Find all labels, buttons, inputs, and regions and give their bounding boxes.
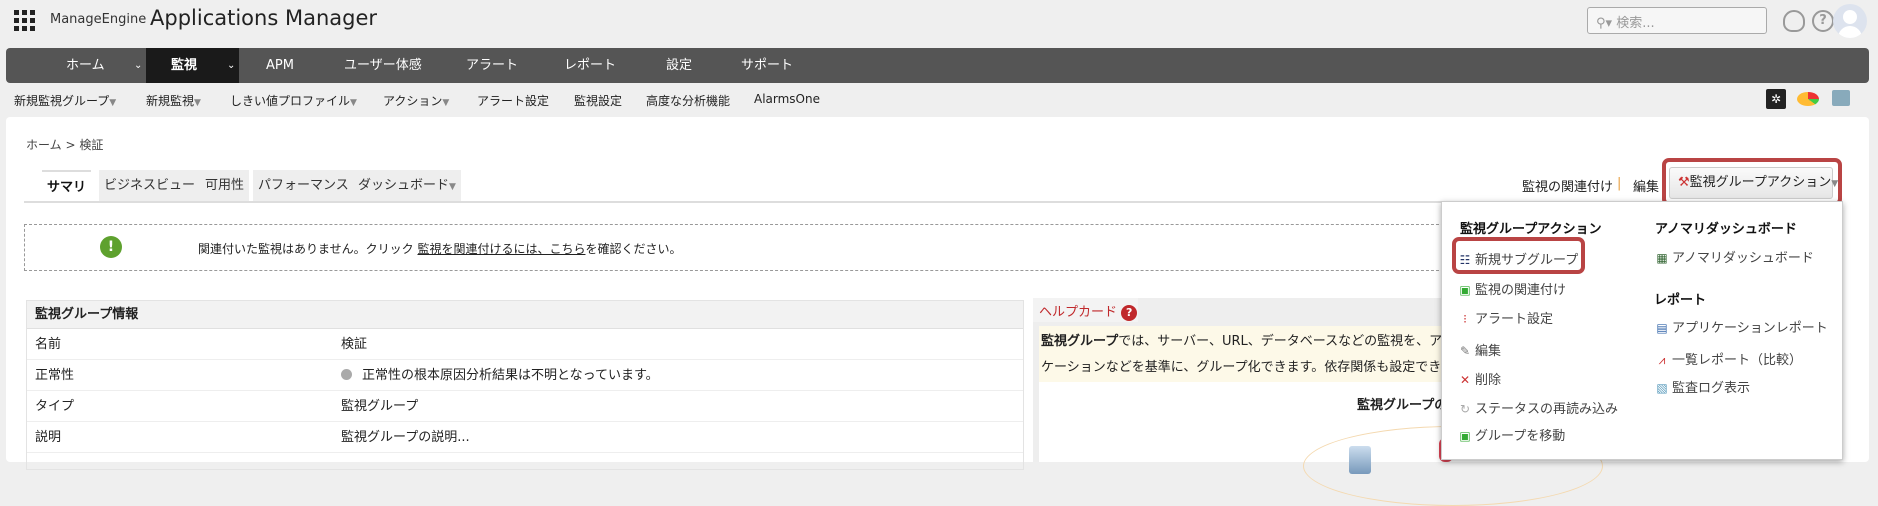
chevron-down-icon[interactable]: ⌄ [227, 48, 235, 83]
info-title: 監視グループ情報 [27, 301, 1023, 329]
subnav-threshold-profile[interactable]: しきい値プロファイル▼ [230, 92, 357, 109]
chart-icon: ⩘ [1658, 353, 1666, 367]
table-row: タイプ 監視グループ [27, 391, 1023, 422]
printer-icon[interactable] [1832, 90, 1850, 106]
subnav-new-group[interactable]: 新規監視グループ▼ [14, 92, 116, 109]
tab-business-view[interactable]: ビジネスビュー [99, 170, 201, 201]
subnav-alarm-settings[interactable]: アラート設定 [477, 92, 549, 109]
nav-monitors[interactable]: 監視 [171, 48, 197, 83]
subnav-actions[interactable]: アクション▼ [383, 92, 449, 109]
warning-icon: ! [100, 236, 122, 258]
menu-move-group[interactable]: ▣ グループを移動 [1458, 425, 1565, 444]
menu-heading-reports: レポート [1654, 293, 1707, 308]
nav-support[interactable]: サポート [741, 48, 793, 83]
table-row: 名前 検証 [27, 329, 1023, 360]
search-icon: ⚲▾ [1596, 16, 1617, 31]
tab-divider [24, 201, 1544, 203]
chevron-down-icon[interactable]: ⌄ [134, 48, 142, 83]
product-name: Applications Manager [150, 6, 378, 30]
subnav-monitor-settings[interactable]: 監視設定 [574, 92, 622, 109]
menu-delete[interactable]: ✕ 削除 [1458, 369, 1501, 388]
table-row: 説明 監視グループの説明... [27, 422, 1023, 453]
nav-alarms[interactable]: アラート [466, 48, 518, 83]
app-launcher-icon[interactable] [14, 10, 36, 31]
anomaly-icon: ▦ [1656, 251, 1668, 265]
nav-apm[interactable]: APM [266, 48, 294, 83]
nav-user-experience[interactable]: ユーザー体感 [344, 48, 422, 83]
avatar[interactable] [1833, 4, 1867, 38]
report-icon: ▤ [1656, 321, 1668, 335]
menu-audit-log[interactable]: ▧ 監査ログ表示 [1655, 377, 1750, 396]
table-row: 正常性 正常性の根本原因分析結果は不明となっています。 [27, 360, 1023, 391]
highlight-box [1452, 237, 1585, 274]
group-action-menu: 監視グループアクション ☷ 新規サブグループ ▣ 監視の関連付け ⁝ アラート設定 ✎… [1441, 201, 1843, 460]
tools-icon: ⚒ [1678, 175, 1690, 190]
subnav-advanced-analytics[interactable]: 高度な分析機能 [646, 92, 730, 109]
help-icon[interactable]: ? [1812, 10, 1834, 32]
tab-performance[interactable]: パフォーマンス [253, 170, 354, 201]
tab-availability[interactable]: 可用性 [200, 170, 250, 201]
status-dot-icon [341, 369, 352, 380]
move-icon: ▣ [1459, 429, 1471, 443]
separator: | [1617, 176, 1622, 191]
menu-heading-anomaly: アノマリダッシュボード [1655, 222, 1797, 237]
help-text: 監視グループでは、サーバー、URL、データベースなどの監視を、アプリケ ケーション… [1039, 326, 1453, 382]
help-card-tab: ヘルプカード ? [1033, 298, 1138, 322]
group-info-table: 監視グループ情報 名前 検証 正常性 正常性の根本原因分析結果は不明となっています。… [26, 300, 1024, 470]
menu-refresh-status[interactable]: ↻ ステータスの再読み込み [1458, 398, 1618, 417]
refresh-icon: ↻ [1459, 402, 1471, 416]
delete-icon: ✕ [1459, 373, 1471, 387]
menu-edit[interactable]: ✎ 編集 [1458, 340, 1501, 359]
menu-associate-monitor[interactable]: ▣ 監視の関連付け [1458, 279, 1566, 298]
associate-icon: ▣ [1459, 283, 1471, 297]
pie-chart-icon[interactable] [1797, 92, 1819, 106]
tab-dashboard[interactable]: ダッシュボード▼ [353, 170, 461, 201]
tab-summary[interactable]: サマリ [42, 170, 92, 201]
menu-application-report[interactable]: ▤ アプリケーションレポート [1655, 317, 1827, 336]
pencil-icon: ✎ [1459, 344, 1471, 358]
nav-reports[interactable]: レポート [564, 48, 616, 83]
help-icon[interactable]: ? [1121, 305, 1138, 321]
notice-text: 関連付いた監視はありません。クリック 監視を関連付けるには、こちらを確認ください… [198, 242, 682, 256]
nav-home[interactable]: ホーム [66, 48, 105, 83]
audit-log-icon: ▧ [1656, 381, 1668, 395]
help-card: ヘルプカード ? 監視グループでは、サーバー、URL、データベースなどの監視を、… [1033, 298, 1603, 506]
menu-heading-actions: 監視グループアクション [1460, 222, 1602, 237]
shutter-icon[interactable]: ✲ [1766, 89, 1786, 109]
headset-icon[interactable] [1783, 10, 1805, 32]
menu-alarm-settings[interactable]: ⁝ アラート設定 [1458, 308, 1553, 327]
brand-logo: ManageEngine [50, 12, 147, 27]
edit-link[interactable]: 編集 [1633, 176, 1659, 195]
traffic-light-icon: ⁝ [1463, 312, 1467, 326]
associate-monitor-link[interactable]: 監視の関連付け [1522, 176, 1613, 195]
diagram-title: 監視グループの [1357, 398, 1448, 413]
subnav-new-monitor[interactable]: 新規監視▼ [146, 92, 201, 109]
group-action-button[interactable]: ⚒監視グループアクション▼ [1669, 167, 1838, 199]
associate-link[interactable]: 監視を関連付けるには、こちら [417, 242, 585, 256]
menu-anomaly-dashboard[interactable]: ▦ アノマリダッシュボード [1655, 247, 1814, 266]
search-input[interactable]: ⚲▾ 検索... [1587, 7, 1767, 34]
server-icon [1349, 446, 1371, 474]
subnav-alarmsone[interactable]: AlarmsOne [754, 92, 820, 106]
main-nav: ホーム ⌄ 監視 ⌄ APM ユーザー体感 アラート レポート 設定 サポート [6, 48, 1869, 83]
menu-comparison-report[interactable]: ⩘ 一覧レポート（比較） [1655, 349, 1802, 368]
nav-settings[interactable]: 設定 [666, 48, 692, 83]
breadcrumb[interactable]: ホーム > 検証 [26, 136, 103, 153]
